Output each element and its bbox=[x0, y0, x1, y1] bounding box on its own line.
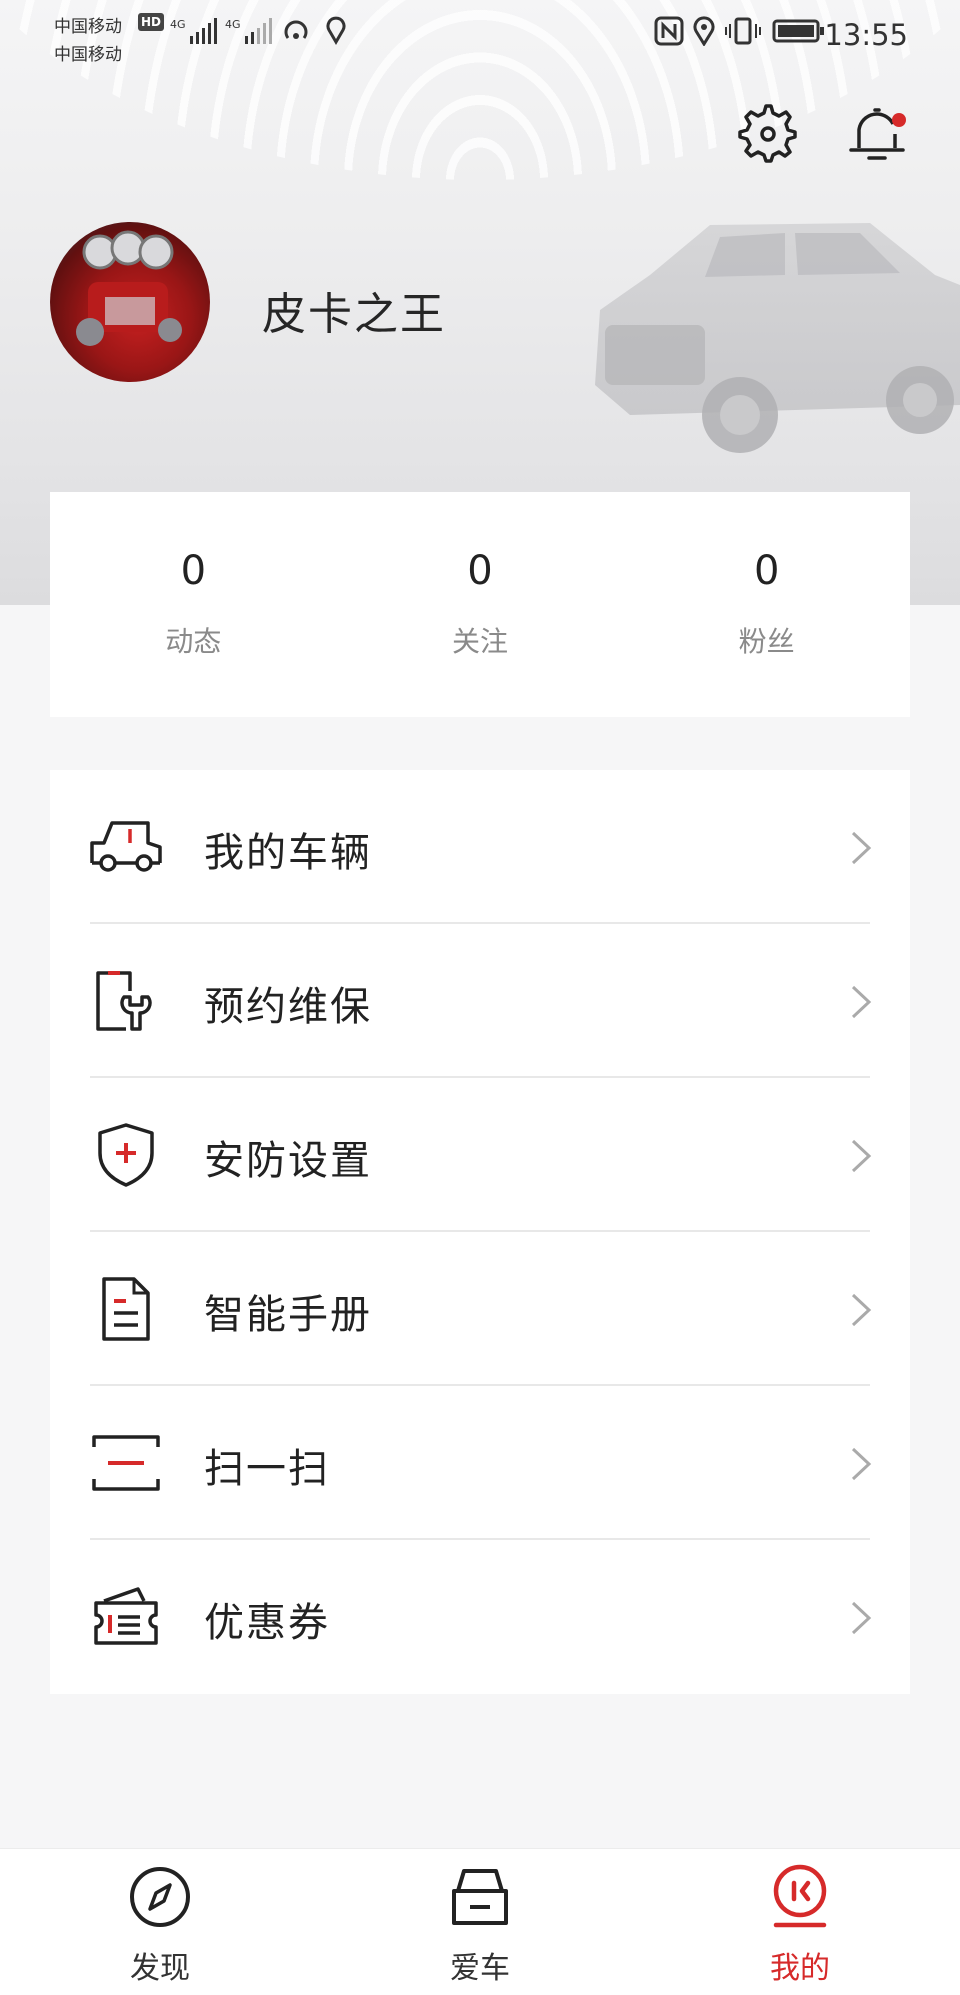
car-icon bbox=[452, 1869, 508, 1925]
profile-icon bbox=[773, 1864, 827, 1928]
status-bar: 中国移动 HD 中国移动 4G 4G 13:55 bbox=[0, 0, 960, 66]
document-icon bbox=[102, 1277, 150, 1341]
stat-label: 动态 bbox=[165, 625, 222, 658]
chevron-right-icon bbox=[851, 1447, 872, 1481]
menu-item-label: 我的车辆 bbox=[204, 830, 372, 876]
stat-label: 关注 bbox=[452, 625, 509, 658]
location-icon bbox=[693, 16, 715, 46]
username: 皮卡之王 bbox=[262, 289, 446, 340]
stat-followers[interactable]: 0 粉丝 bbox=[623, 492, 910, 717]
menu-item-maintenance[interactable]: 预约维保 bbox=[50, 924, 910, 1078]
signal-icon: 4G bbox=[170, 18, 217, 44]
hotspot-icon bbox=[284, 20, 308, 39]
tab-label: 我的 bbox=[770, 1951, 830, 1986]
carrier-name: 中国移动 bbox=[54, 45, 122, 65]
shield-plus-icon bbox=[98, 1123, 154, 1187]
truck-icon bbox=[90, 821, 162, 872]
tab-label: 发现 bbox=[130, 1951, 190, 1986]
avatar[interactable] bbox=[50, 222, 210, 382]
maintenance-wrench-icon bbox=[96, 971, 152, 1031]
chevron-right-icon bbox=[851, 1601, 872, 1635]
bottom-tab-bar: 发现 爱车 我的 bbox=[0, 1848, 960, 1995]
signal-icon: 4G bbox=[225, 18, 272, 44]
menu-item-label: 安防设置 bbox=[204, 1138, 372, 1184]
svg-text:4G: 4G bbox=[225, 18, 241, 31]
chevron-right-icon bbox=[851, 1293, 872, 1327]
location-small-icon bbox=[326, 16, 346, 45]
menu-list: 我的车辆 预约维保 安防设置 智能手册 扫一扫 优惠券 bbox=[50, 770, 910, 1694]
avatar-image bbox=[76, 230, 182, 346]
stat-value: 0 bbox=[180, 548, 207, 594]
battery-icon bbox=[772, 19, 824, 43]
menu-item-manual[interactable]: 智能手册 bbox=[50, 1232, 910, 1386]
tab-discover[interactable]: 发现 bbox=[60, 1849, 260, 1995]
compass-icon bbox=[130, 1867, 190, 1927]
unread-dot bbox=[892, 113, 906, 127]
menu-item-scan[interactable]: 扫一扫 bbox=[50, 1386, 910, 1540]
bell-icon bbox=[849, 108, 906, 160]
menu-item-my-vehicles[interactable]: 我的车辆 bbox=[50, 770, 910, 924]
settings-button[interactable] bbox=[734, 100, 798, 164]
notification-button[interactable] bbox=[845, 100, 909, 164]
menu-item-security[interactable]: 安防设置 bbox=[50, 1078, 910, 1232]
chevron-right-icon bbox=[851, 831, 872, 865]
vibrate-icon bbox=[725, 17, 761, 45]
gear-icon bbox=[738, 104, 797, 163]
stat-value: 0 bbox=[467, 548, 493, 594]
stat-value: 0 bbox=[753, 548, 780, 594]
stat-label: 粉丝 bbox=[738, 625, 795, 658]
clock: 13:55 bbox=[824, 18, 908, 52]
menu-item-label: 预约维保 bbox=[204, 984, 372, 1030]
menu-item-coupons[interactable]: 优惠券 bbox=[50, 1540, 910, 1694]
stats-card: 0 动态 0 关注 0 粉丝 bbox=[50, 492, 910, 717]
coupon-icon bbox=[94, 1587, 158, 1645]
svg-text:4G: 4G bbox=[170, 18, 186, 31]
tab-label: 爱车 bbox=[450, 1951, 510, 1986]
stat-posts[interactable]: 0 动态 bbox=[50, 492, 337, 717]
chevron-right-icon bbox=[851, 1139, 872, 1173]
tab-profile[interactable]: 我的 bbox=[700, 1849, 900, 1995]
menu-item-label: 优惠券 bbox=[204, 1600, 330, 1646]
carrier-name: 中国移动 bbox=[54, 17, 122, 37]
menu-item-label: 扫一扫 bbox=[204, 1446, 330, 1492]
scan-icon bbox=[92, 1435, 160, 1491]
pickup-truck-image bbox=[595, 223, 960, 453]
stat-following[interactable]: 0 关注 bbox=[337, 492, 624, 717]
tab-my-car[interactable]: 爱车 bbox=[380, 1849, 580, 1995]
menu-item-label: 智能手册 bbox=[204, 1292, 372, 1338]
chevron-right-icon bbox=[851, 985, 872, 1019]
hd-badge: HD bbox=[138, 13, 165, 31]
nfc-icon bbox=[654, 16, 684, 46]
